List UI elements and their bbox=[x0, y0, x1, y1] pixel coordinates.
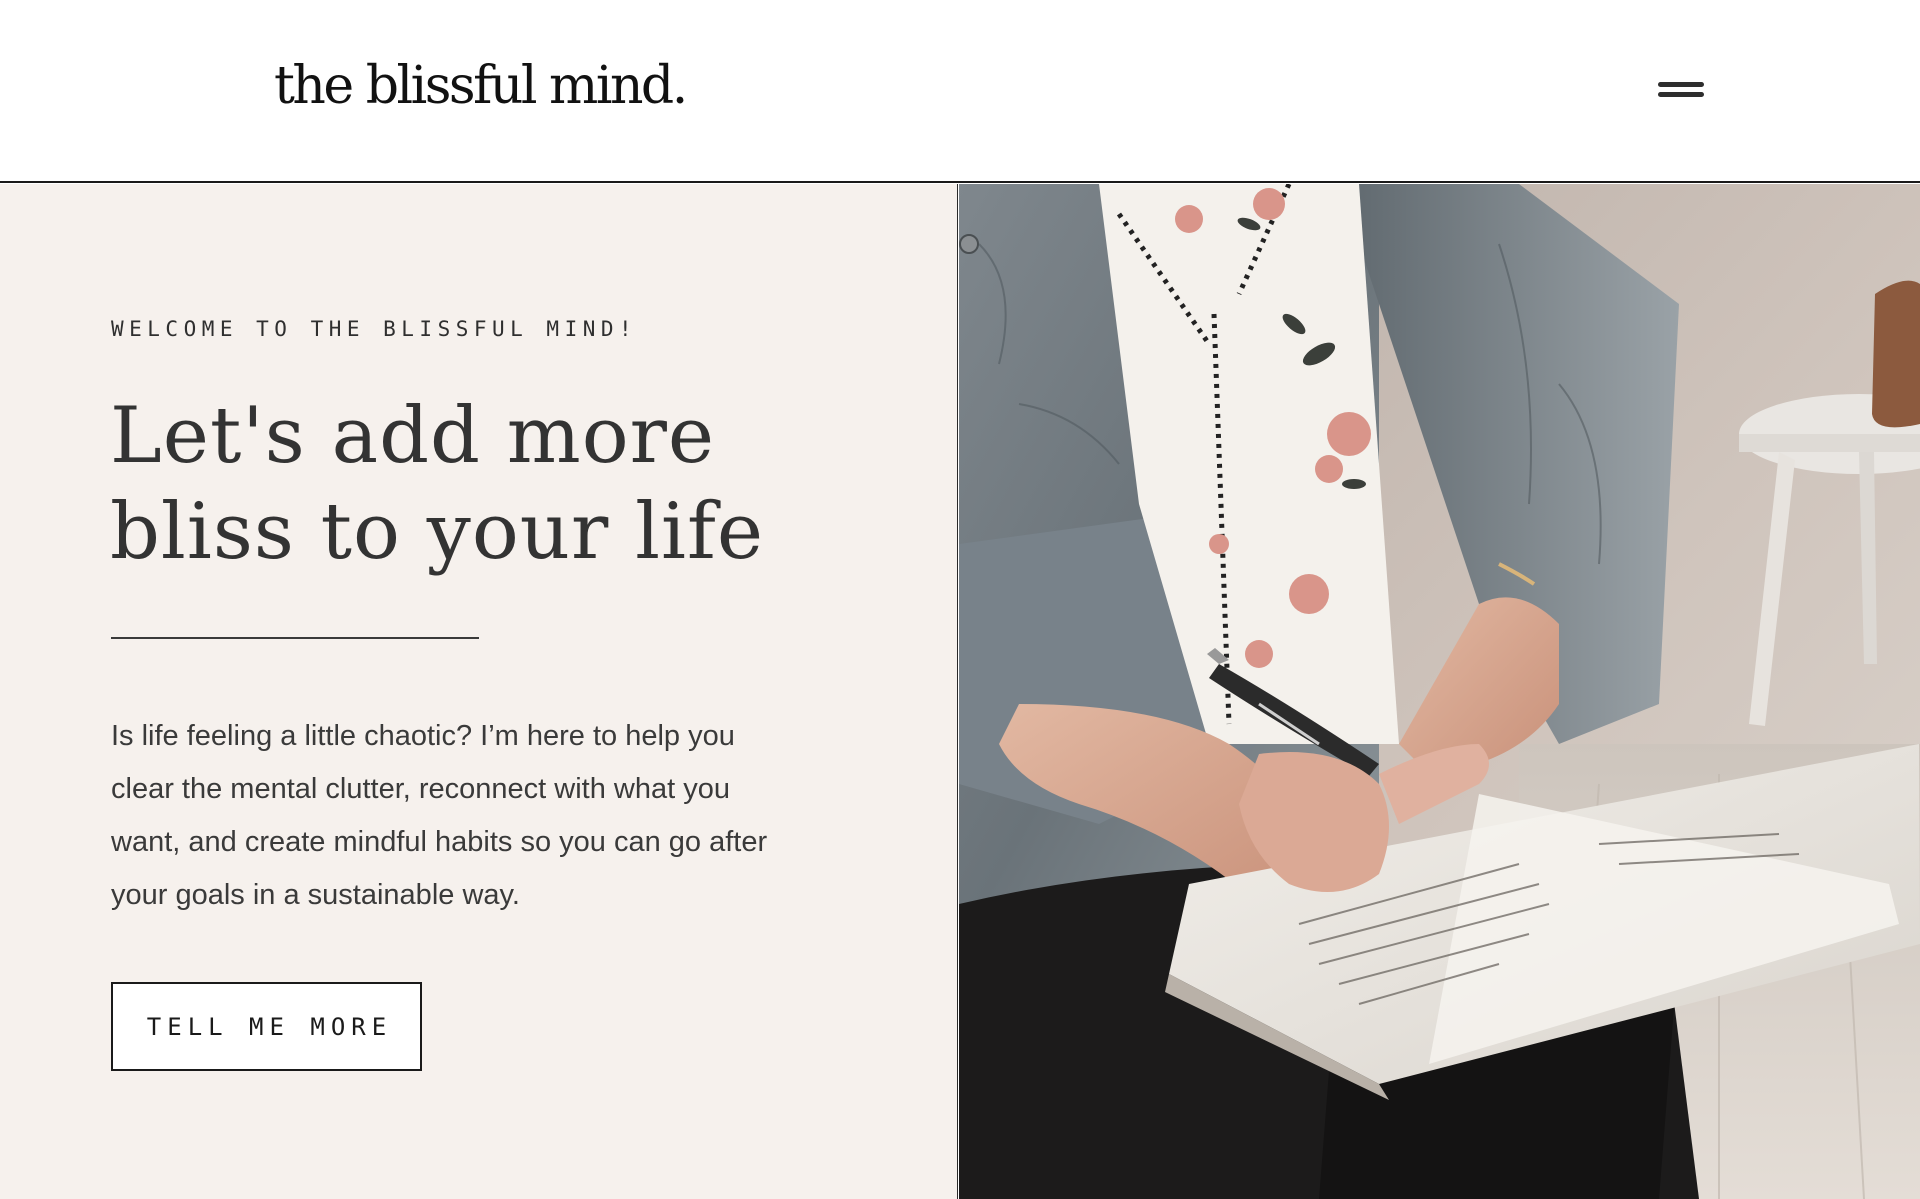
hero-headline-line: bliss to your life bbox=[110, 487, 765, 577]
site-logo[interactable]: the blissful mind. bbox=[274, 56, 688, 116]
hero-intro-line: clear the mental clutter, reconnect with… bbox=[111, 773, 730, 805]
headline-divider bbox=[111, 637, 479, 639]
hero-eyebrow: WELCOME TO THE BLISSFUL MIND! bbox=[111, 317, 638, 341]
hero-photo-woman-journaling bbox=[959, 184, 1920, 1199]
hero-intro-text: Is life feeling a little chaotic? I’m he… bbox=[111, 710, 871, 922]
hero-text-panel: WELCOME TO THE BLISSFUL MIND! Let's add … bbox=[0, 184, 958, 1199]
hamburger-menu-icon-bar bbox=[1658, 92, 1704, 97]
hero-intro-line: want, and create mindful habits so you c… bbox=[111, 826, 768, 858]
hero-intro-line: your goals in a sustainable way. bbox=[111, 879, 520, 911]
hamburger-menu-icon bbox=[1658, 82, 1704, 87]
tell-me-more-button[interactable]: TELL ME MORE bbox=[111, 982, 422, 1071]
hero-headline: Let's add more bliss to your life bbox=[110, 388, 890, 580]
hero-headline-line: Let's add more bbox=[110, 391, 716, 481]
site-header: the blissful mind. bbox=[0, 0, 1920, 183]
hero-intro-line: Is life feeling a little chaotic? I’m he… bbox=[111, 720, 735, 752]
hamburger-menu-button[interactable] bbox=[1652, 74, 1712, 108]
